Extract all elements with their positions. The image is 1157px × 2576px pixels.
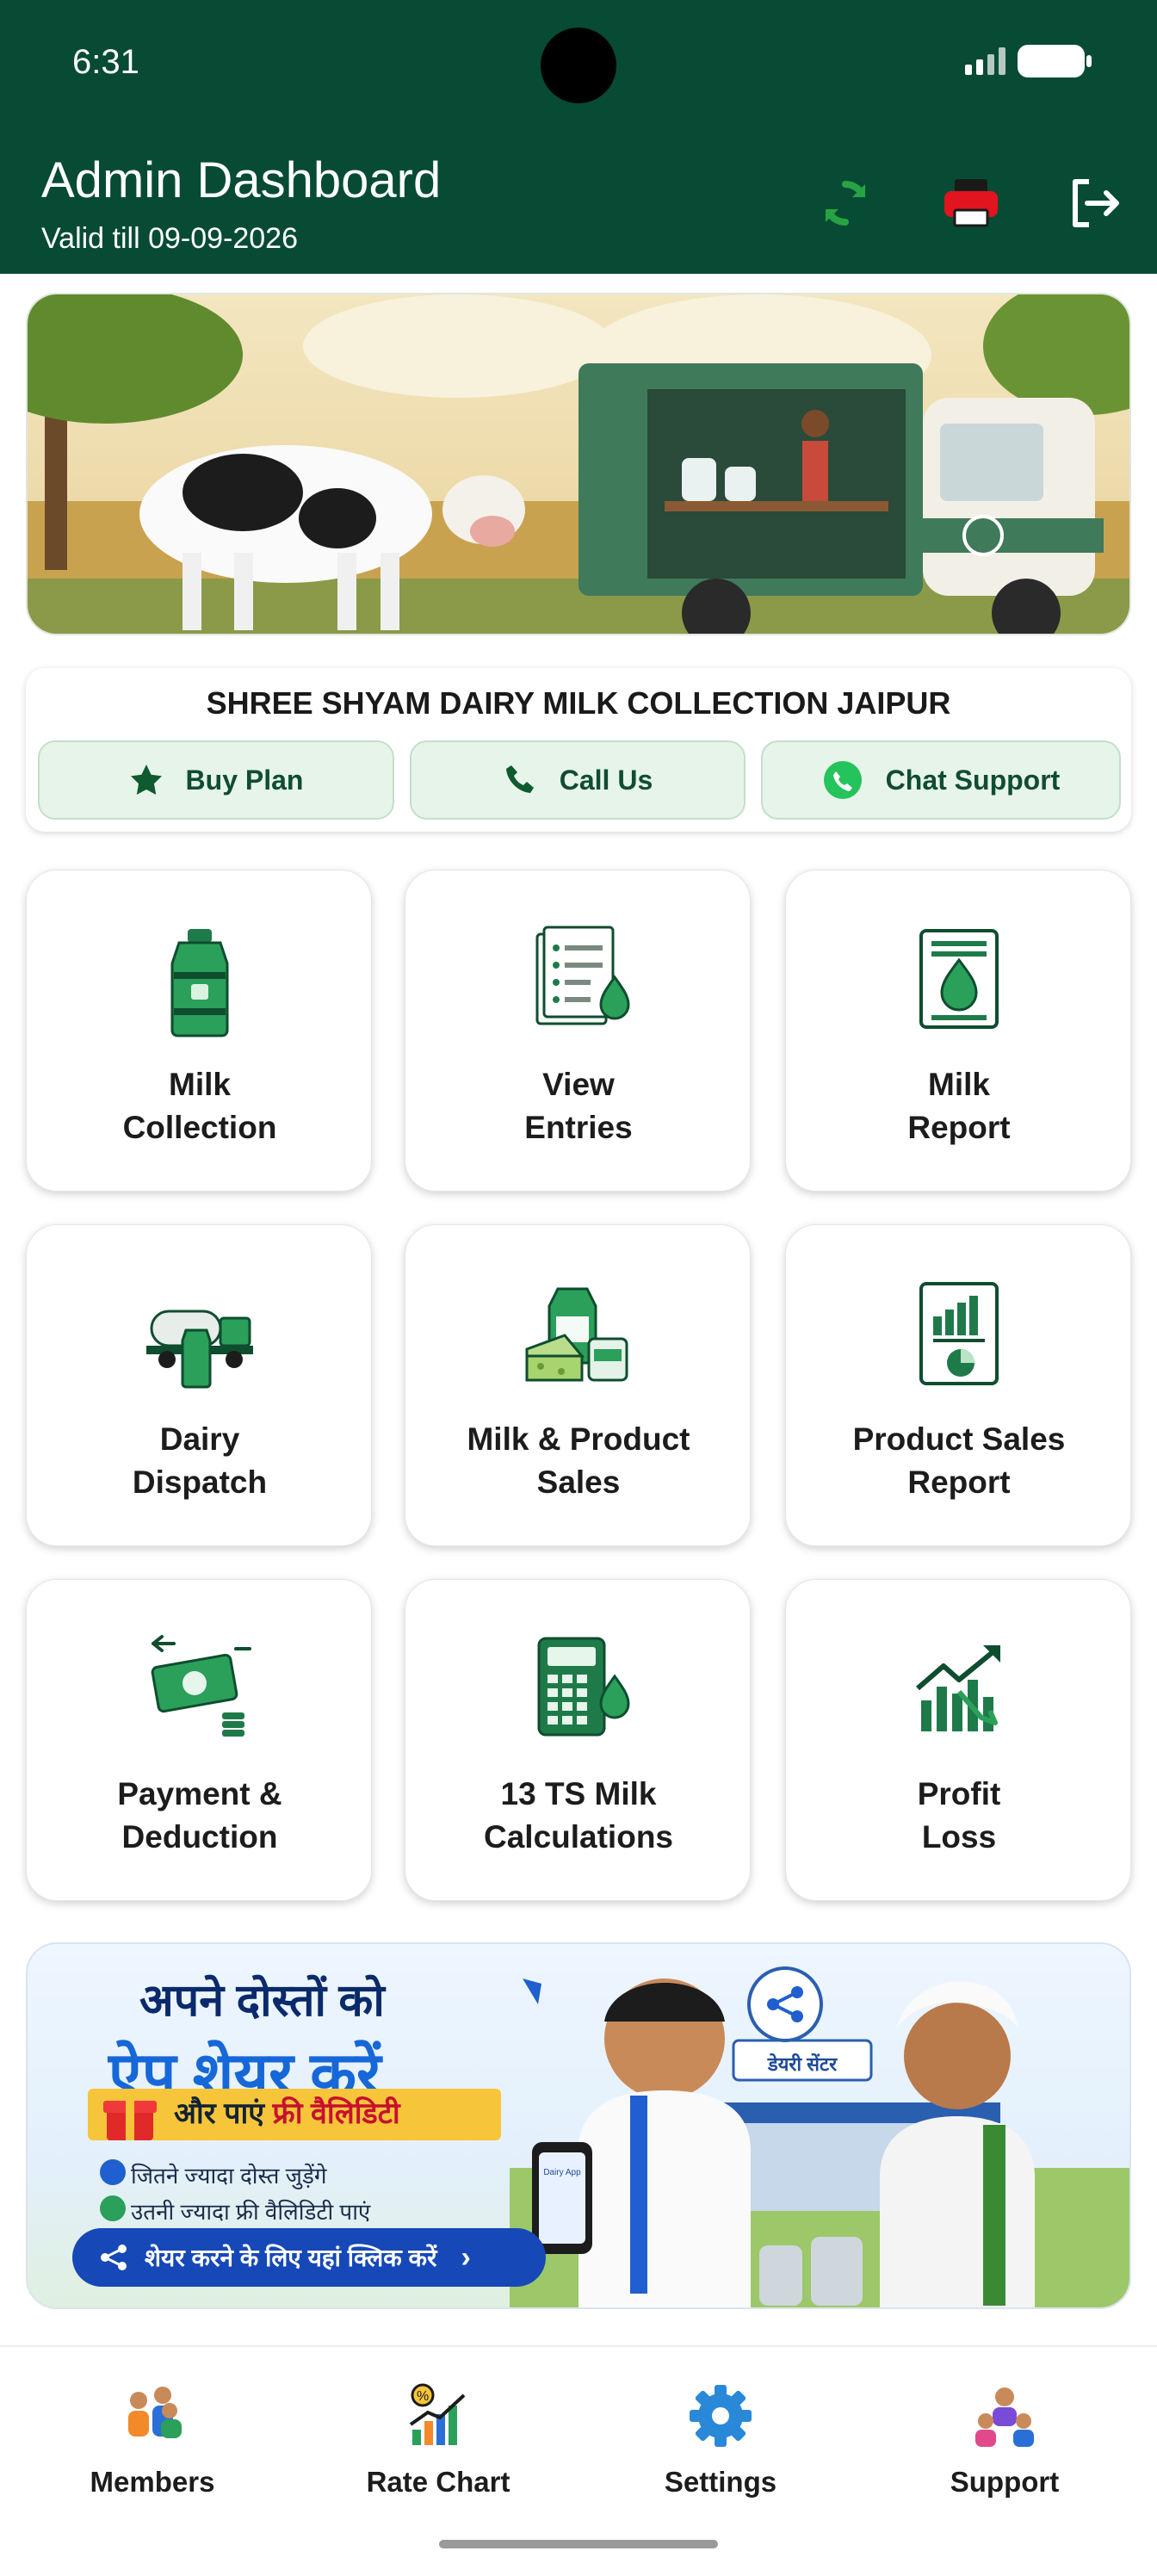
admin-dashboard-screen: 6:31 Admin Dashboard Valid till 09-09-20… bbox=[0, 0, 1157, 2576]
buy-plan-button[interactable]: Buy Plan bbox=[38, 740, 394, 820]
chevron-right-icon: › bbox=[461, 2240, 471, 2274]
profit-chart-icon bbox=[916, 1645, 1000, 1731]
nav-label: Settings bbox=[664, 2466, 777, 2498]
svg-text:%: % bbox=[417, 2389, 429, 2404]
nav-rate-chart[interactable]: % Rate Chart bbox=[331, 2381, 546, 2519]
call-us-button[interactable]: Call Us bbox=[410, 740, 746, 820]
call-us-label: Call Us bbox=[559, 764, 653, 796]
members-icon bbox=[128, 2387, 182, 2438]
tile-label: 13 TS Milk Calculations bbox=[484, 1776, 673, 1855]
calendar-icon bbox=[100, 2195, 126, 2221]
buy-plan-label: Buy Plan bbox=[185, 764, 304, 796]
tile-payment-deduction[interactable]: Payment & Deduction bbox=[26, 1579, 372, 1901]
battery-icon bbox=[1018, 45, 1092, 77]
nav-label: Members bbox=[90, 2466, 215, 2498]
offer-text: और पाएं फ्री वैलिडिटी bbox=[174, 2092, 400, 2132]
nav-settings[interactable]: Settings bbox=[613, 2381, 828, 2519]
rate-chart-icon: % bbox=[409, 2383, 466, 2445]
milk-report-icon bbox=[919, 929, 999, 1029]
phone-screen-text: Dairy App bbox=[543, 2168, 581, 2177]
sync-icon bbox=[826, 181, 865, 226]
chat-support-label: Chat Support bbox=[885, 764, 1061, 796]
printer-icon bbox=[944, 179, 998, 227]
phone-icon bbox=[505, 765, 534, 793]
logout-icon bbox=[1073, 179, 1119, 227]
dairy-truck-cow-illustration bbox=[28, 294, 1129, 634]
share-cta-button[interactable]: शेयर करने के लिए यहां क्लिक करें › bbox=[72, 2228, 546, 2287]
dairy-products-icon bbox=[525, 1287, 628, 1382]
share-point-2: उतनी ज्यादा फ्री वैलिडिटी पाएं bbox=[131, 2199, 371, 2225]
tile-profit-loss[interactable]: Profit Loss bbox=[785, 1579, 1131, 1901]
friends-icon bbox=[100, 2159, 126, 2185]
tile-label: View Entries bbox=[524, 1067, 633, 1145]
dairy-illustration-banner bbox=[26, 293, 1131, 635]
app-header: 6:31 Admin Dashboard Valid till 09-09-20… bbox=[0, 0, 1157, 274]
support-icon bbox=[975, 2387, 1034, 2447]
tile-milk-report[interactable]: Milk Report bbox=[785, 870, 1131, 1192]
signal-icon bbox=[965, 47, 1005, 75]
offer-highlight: फ्री वैलिडिटी bbox=[272, 2097, 400, 2130]
payment-icon bbox=[151, 1635, 251, 1737]
nav-members[interactable]: Members bbox=[45, 2381, 260, 2519]
tile-milk-product-sales[interactable]: Milk & Product Sales bbox=[405, 1224, 751, 1546]
share-icon bbox=[101, 2245, 127, 2270]
page-title: Admin Dashboard bbox=[41, 152, 442, 208]
tile-label: Milk & Product Sales bbox=[467, 1421, 690, 1500]
status-icons bbox=[965, 45, 1092, 77]
tile-ts-milk-calculations[interactable]: 13 TS Milk Calculations bbox=[405, 1579, 751, 1901]
tile-label: Milk Report bbox=[907, 1067, 1011, 1145]
camera-cutout bbox=[541, 28, 616, 103]
offer-prefix: और पाएं bbox=[174, 2097, 265, 2130]
status-time: 6:31 bbox=[72, 43, 139, 81]
chat-support-button[interactable]: Chat Support bbox=[761, 740, 1121, 820]
validity-text: Valid till 09-09-2026 bbox=[41, 222, 298, 255]
tile-product-sales-report[interactable]: Product Sales Report bbox=[785, 1224, 1131, 1546]
home-indicator[interactable] bbox=[439, 2540, 718, 2548]
sync-button[interactable] bbox=[811, 169, 880, 238]
tile-view-entries[interactable]: View Entries bbox=[405, 870, 751, 1192]
star-icon bbox=[130, 765, 162, 795]
shop-sign: डेयरी सेंटर bbox=[767, 2053, 838, 2075]
tile-label: Milk Collection bbox=[122, 1067, 277, 1145]
tile-label: Dairy Dispatch bbox=[132, 1421, 268, 1500]
gift-icon bbox=[103, 2092, 157, 2140]
nav-label: Support bbox=[950, 2466, 1060, 2498]
share-app-banner[interactable]: अपने दोस्तों को ऐप शेयर करें और पाएं फ्र… bbox=[26, 1942, 1131, 2309]
share-point-1: जितने ज्यादा दोस्त जुड़ेंगे bbox=[131, 2163, 327, 2189]
settings-gear-icon bbox=[690, 2385, 752, 2447]
tile-label: Payment & Deduction bbox=[117, 1776, 282, 1855]
tile-label: Profit Loss bbox=[917, 1776, 1001, 1855]
share-cta-label: शेयर करने के लिए यहां क्लिक करें bbox=[145, 2245, 437, 2271]
nav-support[interactable]: Support bbox=[897, 2381, 1112, 2519]
nav-label: Rate Chart bbox=[366, 2466, 510, 2498]
tile-label: Product Sales Report bbox=[852, 1421, 1066, 1500]
sales-report-icon bbox=[919, 1282, 999, 1385]
dairy-info-card: SHREE SHYAM DAIRY MILK COLLECTION JAIPUR… bbox=[26, 668, 1131, 832]
tile-dairy-dispatch[interactable]: Dairy Dispatch bbox=[26, 1224, 372, 1546]
share-heading-line1: अपने दोस्तों को bbox=[139, 1976, 385, 2026]
milk-can-icon bbox=[170, 929, 229, 1037]
tile-milk-collection[interactable]: Milk Collection bbox=[26, 870, 372, 1192]
whatsapp-icon bbox=[823, 761, 862, 799]
entries-sheet-icon bbox=[535, 926, 630, 1025]
dairy-name: SHREE SHYAM DAIRY MILK COLLECTION JAIPUR bbox=[206, 685, 951, 721]
calculator-icon bbox=[537, 1637, 630, 1737]
print-button[interactable] bbox=[937, 169, 1005, 238]
tanker-truck-icon bbox=[146, 1310, 253, 1389]
logout-button[interactable] bbox=[1061, 169, 1129, 238]
